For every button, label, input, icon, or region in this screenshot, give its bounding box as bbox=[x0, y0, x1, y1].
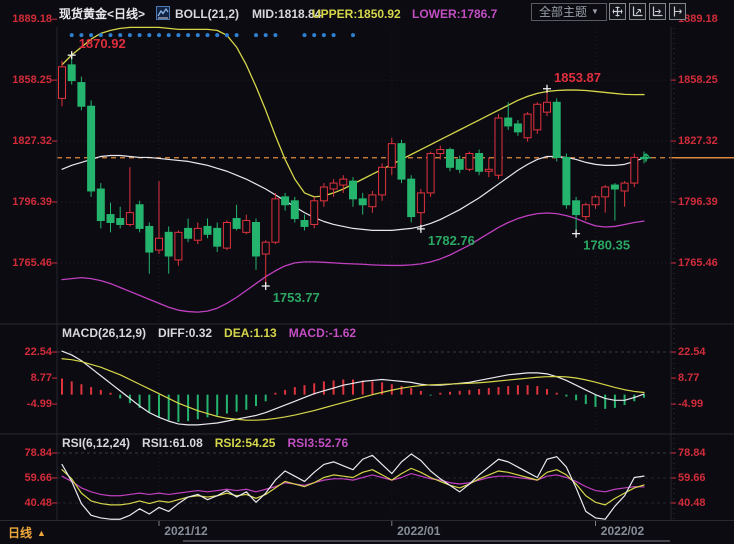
axis-arrow-right-icon bbox=[652, 6, 663, 17]
y-axis-label-left: 1827.32 bbox=[2, 134, 52, 148]
macd-macd-value: MACD:-1.62 bbox=[289, 326, 356, 340]
y-axis-label-left: 1858.25 bbox=[2, 73, 52, 87]
y-axis-label-left: 8.77 bbox=[2, 371, 52, 385]
boll-mid-value: MID:1818.84 bbox=[252, 7, 321, 21]
theme-dropdown-label: 全部主题 bbox=[539, 4, 587, 20]
chevron-down-icon: ▼ bbox=[591, 4, 599, 20]
rsi-pane-header: RSI(6,12,24) RSI1:61.08 RSI2:54.25 RSI3:… bbox=[62, 436, 348, 450]
chart-toolbar bbox=[609, 3, 686, 20]
macd-diff-value: DIFF:0.32 bbox=[158, 326, 212, 340]
y-axis-label-right: 1827.32 bbox=[678, 134, 718, 148]
symbol-title: 现货黄金<日线> bbox=[59, 5, 145, 22]
svg-text:1870.92: 1870.92 bbox=[79, 36, 126, 51]
crosshair-tool-button[interactable] bbox=[609, 3, 626, 20]
axis-arrow-up-icon bbox=[632, 6, 643, 17]
crosshair-icon bbox=[612, 6, 623, 17]
svg-text:1780.35: 1780.35 bbox=[583, 238, 630, 253]
x-axis-date-label: 2022/01 bbox=[384, 524, 454, 538]
indicator-chart-icon[interactable] bbox=[156, 6, 170, 20]
svg-text:1753.77: 1753.77 bbox=[273, 290, 320, 305]
y-axis-label-left: 22.54 bbox=[2, 345, 52, 359]
y-axis-label-right: 22.54 bbox=[678, 345, 706, 359]
y-axis-label-right: 40.48 bbox=[678, 496, 706, 510]
period-selector[interactable]: 日线 ▲ bbox=[8, 524, 46, 541]
macd-indicator-label: MACD(26,12,9) bbox=[62, 326, 146, 340]
svg-text:1782.76: 1782.76 bbox=[428, 233, 475, 248]
y-axis-label-left: 40.48 bbox=[2, 496, 52, 510]
y-axis-label-left: 1765.46 bbox=[2, 256, 52, 270]
rsi3-value: RSI3:52.76 bbox=[287, 436, 348, 450]
x-axis-date-label: 2022/02 bbox=[588, 524, 658, 538]
zoom-axis-right-button[interactable] bbox=[649, 3, 666, 20]
y-axis-label-right: 1765.46 bbox=[678, 256, 718, 270]
triangle-up-icon: ▲ bbox=[37, 528, 46, 538]
y-axis-label-left: 78.84 bbox=[2, 446, 52, 460]
y-axis-label-right: 8.77 bbox=[678, 371, 699, 385]
boll-lower-value: LOWER:1786.7 bbox=[412, 7, 497, 21]
y-axis-label-right: 59.66 bbox=[678, 471, 706, 485]
rsi1-value: RSI1:61.08 bbox=[142, 436, 203, 450]
svg-text:1853.87: 1853.87 bbox=[554, 70, 601, 85]
chart-window: 现货黄金<日线> BOLL(21,2) MID:1818.84 UPPER:18… bbox=[0, 0, 734, 544]
theme-dropdown-button[interactable]: 全部主题 ▼ bbox=[531, 3, 607, 21]
y-axis-label-right: -4.99 bbox=[678, 397, 703, 411]
y-axis-label-left: -4.99 bbox=[2, 397, 52, 411]
header-bar: 现货黄金<日线> BOLL(21,2) MID:1818.84 UPPER:18… bbox=[0, 0, 734, 27]
macd-dea-value: DEA:1.13 bbox=[224, 326, 277, 340]
y-axis-label-left: 59.66 bbox=[2, 471, 52, 485]
rsi-indicator-label: RSI(6,12,24) bbox=[62, 436, 130, 450]
bracket-arrow-right-icon bbox=[672, 6, 683, 17]
pan-right-button[interactable] bbox=[669, 3, 686, 20]
y-axis-label-right: 1796.39 bbox=[678, 195, 718, 209]
boll-indicator-label: BOLL(21,2) bbox=[175, 7, 239, 21]
y-axis-label-right: 78.84 bbox=[678, 446, 706, 460]
boll-upper-value: UPPER:1850.92 bbox=[312, 7, 401, 21]
zoom-axis-up-button[interactable] bbox=[629, 3, 646, 20]
rsi2-value: RSI2:54.25 bbox=[215, 436, 276, 450]
period-label: 日线 bbox=[8, 524, 32, 541]
y-axis-label-left: 1796.39 bbox=[2, 195, 52, 209]
chart-canvas[interactable]: 1870.92 1753.77 1782.76 1853.87 1780.35 bbox=[0, 0, 734, 544]
x-axis-date-label: 2021/12 bbox=[151, 524, 221, 538]
y-axis-label-right: 1858.25 bbox=[678, 73, 718, 87]
time-axis-bar: 日线 ▲ 2021/12 2022/01 2022/02 bbox=[0, 521, 734, 544]
macd-pane-header: MACD(26,12,9) DIFF:0.32 DEA:1.13 MACD:-1… bbox=[62, 326, 356, 340]
